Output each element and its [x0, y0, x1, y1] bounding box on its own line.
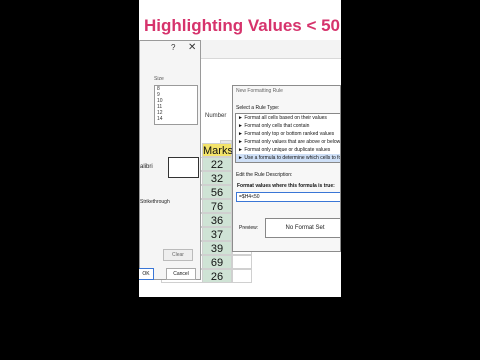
help-icon[interactable]: ? — [171, 43, 175, 52]
close-icon[interactable]: ✕ — [188, 42, 196, 53]
empty-cell[interactable] — [232, 255, 252, 269]
empty-cell[interactable] — [232, 269, 252, 283]
font-preview-box — [168, 157, 199, 178]
video-frame: Number H Marks223256763637Maya39Sajith69… — [139, 0, 341, 360]
video-title: Highlighting Values < 50 — [144, 16, 341, 35]
edit-rule-label: Edit the Rule Description: — [236, 172, 293, 178]
font-name: alibri — [140, 164, 153, 170]
mark-cell[interactable]: 56 — [202, 185, 232, 199]
formula-label: Format values where this formula is true… — [237, 183, 335, 189]
mark-cell[interactable]: 76 — [202, 199, 232, 213]
size-label: Size — [154, 76, 164, 82]
rule-type-list[interactable]: ► Format all cells based on their values… — [235, 113, 340, 163]
excel-window: Number H Marks223256763637Maya39Sajith69… — [139, 40, 341, 297]
new-formatting-rule-dialog: New Formatting Rule Select a Rule Type: … — [232, 85, 341, 252]
rule-type-item-selected[interactable]: ► Use a formula to determine which cells… — [236, 154, 340, 162]
formula-input[interactable]: =$H4<50 — [236, 192, 340, 202]
mark-cell[interactable]: 69 — [202, 255, 232, 269]
preview-label: Preview: — [239, 225, 259, 231]
mark-cell[interactable]: 32 — [202, 171, 232, 185]
rule-type-item[interactable]: ► Format only top or bottom ranked value… — [236, 130, 340, 138]
clear-button[interactable]: Clear — [163, 249, 193, 261]
rule-type-item[interactable]: ► Format only cells that contain — [236, 122, 340, 130]
mark-cell[interactable]: 37 — [202, 227, 232, 241]
size-option[interactable]: 14 — [157, 116, 197, 122]
mark-cell[interactable]: 22 — [202, 157, 232, 171]
preview-box: No Format Set — [265, 218, 340, 238]
rule-type-item[interactable]: ► Format only unique or duplicate values — [236, 146, 340, 154]
marks-header[interactable]: Marks — [202, 143, 233, 157]
mark-cell[interactable]: 39 — [202, 241, 232, 255]
size-list[interactable]: 8 9 10 11 12 14 — [154, 85, 198, 125]
number-group-label: Number — [205, 113, 227, 119]
mark-cell[interactable]: 36 — [202, 213, 232, 227]
select-rule-type-label: Select a Rule Type: — [236, 105, 280, 111]
rule-type-item[interactable]: ► Format only values that are above or b… — [236, 138, 340, 146]
bottom-black-area — [139, 297, 341, 360]
ok-button[interactable]: OK — [139, 268, 154, 280]
dialog-title: New Formatting Rule — [236, 88, 283, 94]
rule-type-item[interactable]: ► Format all cells based on their values — [236, 114, 340, 122]
cancel-button[interactable]: Cancel — [166, 268, 196, 280]
mark-cell[interactable]: 26 — [202, 269, 232, 283]
font-format-dialog: ? ✕ Size 8 9 10 11 12 14 alibri Striketh… — [139, 40, 201, 280]
strikethrough-label[interactable]: Strikethrough — [140, 199, 170, 205]
